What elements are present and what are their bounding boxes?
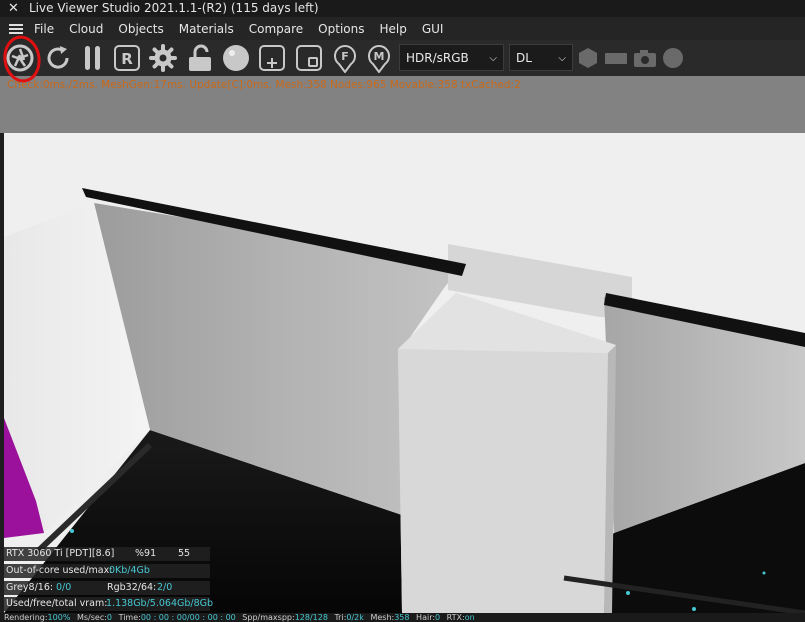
gpu-usage: %91 xyxy=(135,548,157,559)
render-viewport[interactable] xyxy=(4,133,805,613)
hexagon-icon[interactable] xyxy=(576,43,600,73)
menu-bar: File Cloud Objects Materials Compare Opt… xyxy=(0,17,805,40)
texture-count-row: Grey8/16: 0/0 Rgb32/64: 2/0 xyxy=(4,581,210,595)
rendering-label: Rendering: xyxy=(4,613,48,622)
rgb-value: 2/0 xyxy=(157,582,173,593)
time-label: Time: xyxy=(118,613,141,622)
hair-value: 0 xyxy=(435,613,441,622)
window-title: Live Viewer Studio 2021.1.1-(R2) (115 da… xyxy=(29,1,319,15)
hamburger-menu-icon[interactable] xyxy=(9,24,23,34)
gpu-info-row: RTX 3060 Ti [PDT][8.6] %91 55 xyxy=(4,547,210,561)
title-bar: ✕ Live Viewer Studio 2021.1.1-(R2) (115 … xyxy=(0,0,805,17)
spp-label: Spp/maxspp: xyxy=(242,613,295,622)
region-box-icon[interactable] xyxy=(294,43,324,73)
menu-objects[interactable]: Objects xyxy=(118,22,163,36)
rtx-label: RTX: xyxy=(446,613,465,622)
grey-value: 0/0 xyxy=(56,582,72,593)
render-region-letter: R xyxy=(121,50,133,68)
ooc-label: Out-of-core used/max: xyxy=(6,565,113,576)
color-space-select[interactable]: HDR/sRGB ⌵ xyxy=(399,44,504,71)
kernel-value: DL xyxy=(516,51,532,65)
gpu-name: RTX 3060 Ti [PDT][8.6] xyxy=(6,548,115,559)
render-image xyxy=(4,133,805,613)
menu-compare[interactable]: Compare xyxy=(249,22,303,36)
annotation-circle xyxy=(3,35,41,83)
chevron-down-icon: ⌵ xyxy=(558,53,566,64)
rtx-value: on xyxy=(464,613,475,622)
refresh-icon[interactable] xyxy=(43,43,73,73)
toolbar: R F M HDR/sRGB ⌵ DL ⌵ xyxy=(0,40,805,76)
menu-cloud[interactable]: Cloud xyxy=(69,22,103,36)
unlock-icon[interactable] xyxy=(185,43,215,73)
menu-materials[interactable]: Materials xyxy=(179,22,234,36)
tri-label: Tri: xyxy=(334,613,347,622)
vram-value: 1.138Gb/5.064Gb/8Gb xyxy=(106,598,214,609)
menu-gui[interactable]: GUI xyxy=(422,22,444,36)
render-stats-text: Check:0ms./2ms. MeshGen:17ms. Update[C]:… xyxy=(7,79,521,91)
ms-value: 0 xyxy=(106,613,113,622)
mesh-value: 358 xyxy=(394,613,410,622)
sphere-icon[interactable] xyxy=(221,43,251,73)
menu-help[interactable]: Help xyxy=(379,22,406,36)
focus-pin-letter: F xyxy=(341,50,349,63)
material-pin-letter: M xyxy=(374,50,385,63)
gpu-temperature: 55 xyxy=(178,548,191,559)
ooc-value: 0Kb/4Gb xyxy=(109,565,150,576)
status-bar: Rendering:100% Ms/sec:0 Time:00 : 00 : 0… xyxy=(0,613,805,622)
pause-icon[interactable] xyxy=(78,43,108,73)
stats-area: Check:0ms./2ms. MeshGen:17ms. Update[C]:… xyxy=(0,76,805,133)
chevron-down-icon: ⌵ xyxy=(489,53,497,64)
spp-value: 128/128 xyxy=(294,613,328,622)
menu-options[interactable]: Options xyxy=(318,22,364,36)
vram-label: Used/free/total vram: xyxy=(6,598,108,609)
ms-label: Ms/sec: xyxy=(76,613,107,622)
focus-pin-icon[interactable]: F xyxy=(330,43,360,73)
mesh-label: Mesh: xyxy=(370,613,395,622)
material-pin-icon[interactable]: M xyxy=(364,43,394,73)
color-space-value: HDR/sRGB xyxy=(406,51,469,65)
out-of-core-row: Out-of-core used/max: 0Kb/4Gb xyxy=(4,564,210,578)
rendering-value: 100% xyxy=(47,613,71,622)
add-box-icon[interactable] xyxy=(257,43,287,73)
camera-icon[interactable] xyxy=(632,43,658,73)
close-icon[interactable]: ✕ xyxy=(8,0,19,17)
hair-label: Hair: xyxy=(416,613,436,622)
rgb-label: Rgb32/64: xyxy=(107,582,157,593)
render-region-icon[interactable]: R xyxy=(112,43,142,73)
time-value: 00 : 00 : 00/00 : 00 : 00 xyxy=(140,613,236,622)
rectangle-icon[interactable] xyxy=(603,43,629,73)
gear-icon[interactable] xyxy=(148,43,178,73)
vram-row: Used/free/total vram: 1.138Gb/5.064Gb/8G… xyxy=(4,597,214,611)
grey-label: Grey8/16: xyxy=(6,582,54,593)
tri-value: 0/2k xyxy=(346,613,364,622)
circle-icon[interactable] xyxy=(660,43,686,73)
kernel-select[interactable]: DL ⌵ xyxy=(509,44,573,71)
